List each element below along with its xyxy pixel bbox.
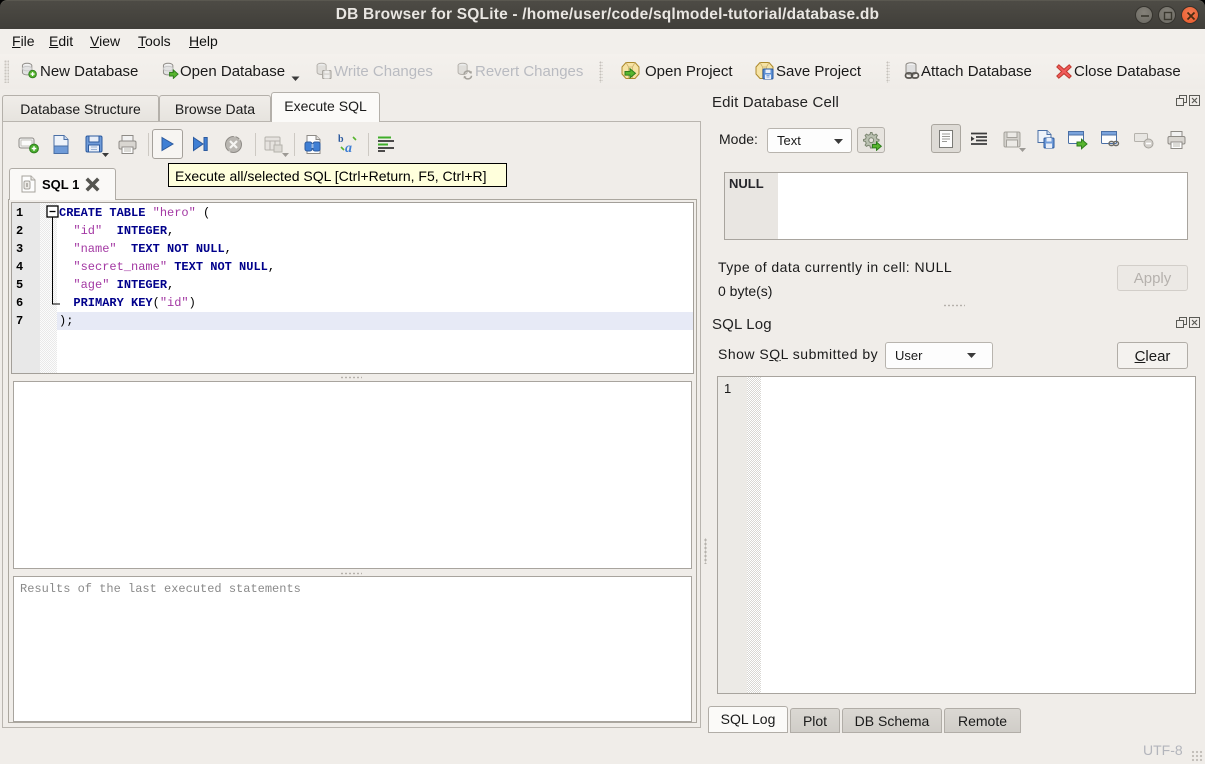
svg-text:b: b — [338, 134, 344, 145]
svg-text:a: a — [345, 141, 352, 155]
